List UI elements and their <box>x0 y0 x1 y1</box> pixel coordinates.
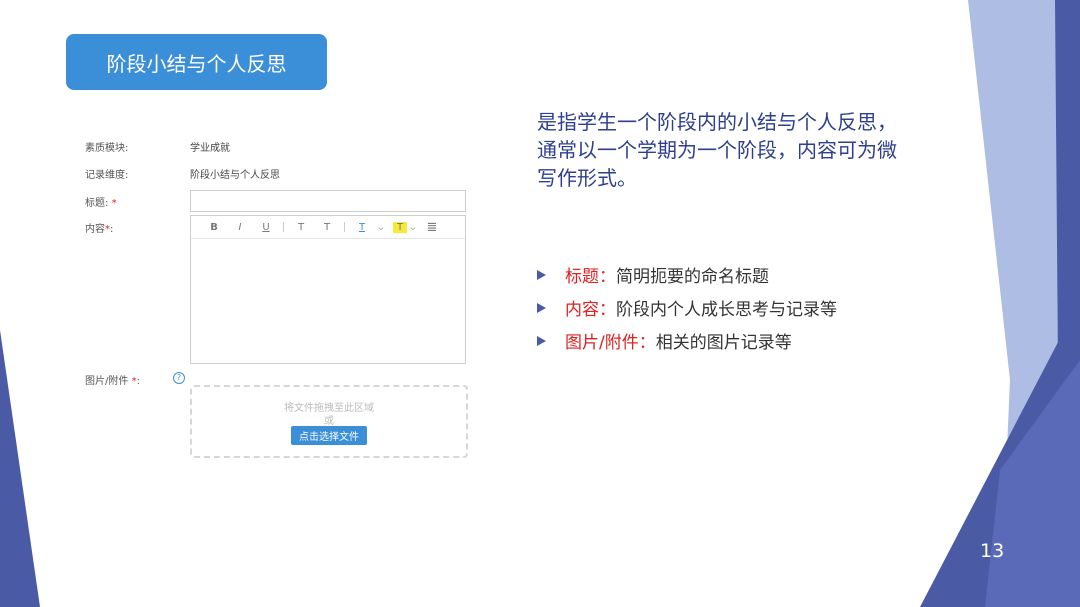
bullet-text: 简明扼要的命名标题 <box>616 267 769 287</box>
title-input[interactable] <box>190 190 466 212</box>
dimension-label: 记录维度: <box>85 170 129 181</box>
title-label-text: 标题: <box>85 198 109 209</box>
superscript-button[interactable]: T <box>288 222 314 233</box>
triangle-bullet-icon <box>537 269 546 280</box>
title-label: 标题: * <box>85 194 117 209</box>
attachment-label-text: 图片/附件 <box>85 376 129 387</box>
editor-toolbar: B I U T T T ⌄ T ⌄ ≣ <box>191 216 465 239</box>
bg-color-button[interactable]: T <box>393 221 407 233</box>
font-color-button[interactable]: T <box>349 222 375 233</box>
bullet-key: 图片/附件： <box>565 333 656 353</box>
dimension-value: 阶段小结与个人反思 <box>190 170 280 181</box>
select-file-button[interactable]: 点击选择文件 <box>291 426 367 445</box>
bold-button[interactable]: B <box>201 222 227 233</box>
page-number: 13 <box>980 540 1005 562</box>
content-label-text: 内容 <box>85 224 105 235</box>
bullet-text: 相关的图片记录等 <box>655 333 792 353</box>
bullet-key: 内容： <box>565 300 616 320</box>
attachment-colon: : <box>136 376 140 387</box>
bullet-text: 阶段内个人成长思考与记录等 <box>616 300 837 320</box>
chevron-down-icon[interactable]: ⌄ <box>375 222 387 233</box>
chevron-down-icon[interactable]: ⌄ <box>407 222 419 233</box>
italic-button[interactable]: I <box>227 222 253 233</box>
file-dropzone[interactable]: 将文件拖拽至此区域 或 点击选择文件 <box>190 385 468 458</box>
content-editor[interactable]: B I U T T T ⌄ T ⌄ ≣ <box>190 215 466 364</box>
triangle-bullet-icon <box>537 335 546 346</box>
bullet-item: 内容： 阶段内个人成长思考与记录等 <box>537 291 837 324</box>
bullet-list: 标题： 简明扼要的命名标题 内容： 阶段内个人成长思考与记录等 图片/附件： 相… <box>537 258 837 357</box>
triangle-bullet-icon <box>537 302 546 313</box>
title-required-mark: * <box>111 198 117 209</box>
bullet-item: 图片/附件： 相关的图片记录等 <box>537 324 837 357</box>
dropzone-or: 或 <box>324 416 334 427</box>
module-value: 学业成就 <box>190 143 230 154</box>
attachment-label: 图片/附件 *: <box>85 372 140 387</box>
underline-button[interactable]: U <box>253 222 279 233</box>
bullet-item: 标题： 简明扼要的命名标题 <box>537 258 837 291</box>
slide-title: 阶段小结与个人反思 <box>66 34 327 90</box>
module-label: 素质模块: <box>85 143 129 154</box>
subscript-button[interactable]: T <box>314 222 340 233</box>
left-deco-shape <box>0 330 40 607</box>
bullet-key: 标题： <box>565 267 616 287</box>
content-label: 内容*: <box>85 220 113 235</box>
align-button[interactable]: ≣ <box>419 220 445 235</box>
toolbar-divider <box>283 222 284 232</box>
toolbar-divider <box>344 222 345 232</box>
question-circle-icon[interactable]: ? <box>173 372 185 384</box>
description-text: 是指学生一个阶段内的小结与个人反思，通常以一个学期为一个阶段，内容可为微写作形式… <box>537 110 897 190</box>
content-colon: : <box>110 224 114 235</box>
